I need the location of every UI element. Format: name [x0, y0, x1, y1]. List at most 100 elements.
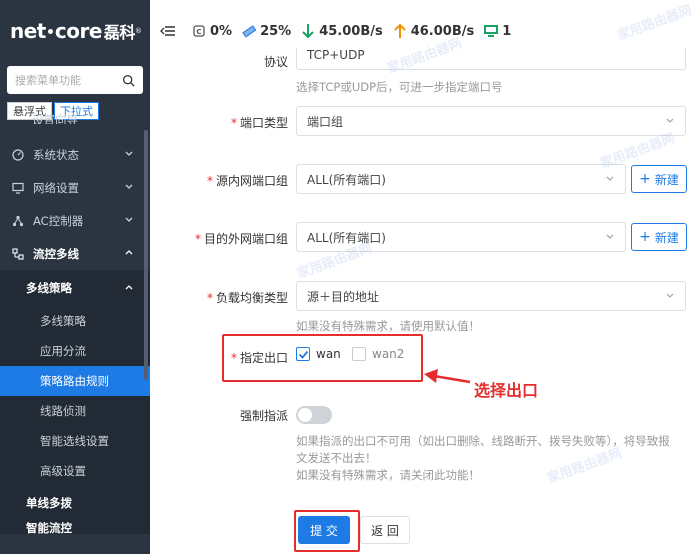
dst-port-label: * 目的外网端口组: [194, 232, 288, 246]
flow-icon: [12, 247, 28, 260]
force-hint-3: 如果没有特殊需求，请关闭此功能！: [296, 468, 480, 482]
lb-label-text: 负载均衡类型: [215, 291, 288, 305]
arrow-up-icon: [394, 23, 406, 38]
logo-reg: ®: [134, 27, 142, 35]
download-speed: 45.00B/s: [300, 23, 383, 39]
memory-value: 25%: [260, 23, 292, 39]
port-type-label-text: 端口类型: [239, 116, 288, 130]
menu-search-input[interactable]: 搜索菜单功能: [7, 66, 143, 94]
upload-value: 46.00B/s: [410, 23, 475, 39]
sidebar-item-network[interactable]: 网络设置: [0, 171, 150, 204]
new-button-label: 新建: [654, 172, 679, 187]
dst-port-value: ALL(所有端口): [307, 230, 386, 245]
sidebar-item-multiline-policy[interactable]: 多线策略: [0, 306, 150, 336]
memory-usage: 25%: [241, 23, 291, 39]
chevron-down-icon: [125, 217, 133, 222]
force-hint-2: 文发送不出去！: [296, 451, 377, 465]
policy-route-form: 协议 TCP+UDP 选择TCP或UDP后，可进一步指定端口号 * 端口类型 端口…: [150, 48, 700, 554]
sidebar-item-label: 高级设置: [40, 464, 86, 478]
sidebar-item-label: 系统状态: [33, 147, 79, 162]
sidebar-item-system-status[interactable]: 系统状态: [0, 138, 150, 171]
sidebar-item-multiline-policy-group[interactable]: 多线策略: [0, 270, 150, 306]
sidebar-item-smart-line[interactable]: 智能选线设置: [0, 426, 150, 456]
lb-value: 源＋目的地址: [307, 289, 380, 304]
src-port-value: ALL(所有端口): [307, 172, 386, 187]
monitor-icon: [12, 182, 28, 194]
sidebar: net core 磊科 ® 搜索菜单功能 悬浮式 下拉式 设置向导 系统状态 网络设置…: [0, 0, 150, 554]
lb-label: * 负载均衡类型: [206, 291, 288, 305]
lb-hint: 如果没有特殊需求，请使用默认值！: [296, 319, 480, 333]
chevron-down-icon: [125, 151, 133, 156]
src-port-select[interactable]: ALL(所有端口): [296, 164, 626, 194]
sidebar-item-label: 设置向导: [32, 113, 78, 124]
search-icon[interactable]: [122, 74, 135, 87]
download-value: 45.00B/s: [319, 23, 383, 39]
force-switch[interactable]: [296, 406, 332, 424]
sidebar-item-policy-route-rules[interactable]: 策略路由规则: [0, 366, 150, 396]
src-port-label: * 源内网端口组: [206, 174, 288, 188]
online-value: 1: [502, 23, 512, 39]
svg-text:C: C: [196, 28, 201, 36]
sidebar-item-label: 智能流控: [26, 521, 72, 534]
sidebar-item-app-split[interactable]: 应用分流: [0, 336, 150, 366]
sidebar-item-line-detect[interactable]: 线路侦测: [0, 396, 150, 426]
port-type-label: * 端口类型: [230, 116, 288, 130]
src-port-label-text: 源内网端口组: [215, 174, 288, 188]
sidebar-item-label: 单线多拨: [26, 496, 72, 510]
sidebar-item-label: AC控制器: [33, 213, 84, 228]
logo-cn: 磊科: [103, 23, 136, 42]
annotation-arrow-icon: [424, 369, 471, 384]
search-placeholder: 搜索菜单功能: [15, 74, 81, 87]
gauge-icon: [12, 148, 28, 161]
chevron-down-icon: [606, 176, 614, 181]
arrow-down-icon: [302, 24, 314, 39]
dst-port-select[interactable]: ALL(所有端口): [296, 222, 626, 252]
cpu-usage: C 0%: [191, 23, 232, 39]
sidebar-item-smart-flow-partial[interactable]: 智能流控: [0, 520, 150, 534]
sidebar-item-label: 线路侦测: [40, 404, 86, 418]
highlight-submit-box: [294, 510, 360, 552]
sidebar-item-label: 多线策略: [40, 314, 86, 328]
chevron-up-icon: [125, 250, 133, 255]
network-icon: [12, 215, 28, 227]
chevron-up-icon: [125, 285, 133, 290]
force-hint-1: 如果指派的出口不可用（如出口删除、线路断开、拨号失败等），将导致报: [296, 434, 670, 448]
submenu-level-2: 多线策略 应用分流 策略路由规则 线路侦测 智能选线设置 高级设置: [0, 306, 150, 486]
protocol-label: 协议: [263, 55, 288, 69]
new-button-label: 新建: [654, 230, 679, 245]
sidebar-item-label: 多线策略: [26, 281, 72, 295]
force-label: 强制指派: [239, 409, 288, 423]
monitor-icon: [484, 25, 499, 37]
chevron-down-icon: [606, 234, 614, 239]
sidebar-item-single-multi-dial[interactable]: 单线多拨: [0, 486, 150, 520]
new-dst-port-button[interactable]: + 新建: [631, 223, 687, 251]
sidebar-menu: 系统状态 网络设置 AC控制器 流控多线 多线策略 多线策略 应用分流 策略路由…: [0, 138, 150, 534]
switch-knob: [298, 408, 312, 422]
cpu-value: 0%: [210, 23, 233, 39]
logo-text: net: [10, 19, 46, 43]
sidebar-item-advanced[interactable]: 高级设置: [0, 456, 150, 486]
highlight-out-box: [222, 334, 423, 382]
port-type-select[interactable]: 端口组: [296, 106, 686, 136]
menu-toggle-icon[interactable]: [160, 23, 179, 39]
chevron-down-icon: [666, 118, 674, 123]
lb-select[interactable]: 源＋目的地址: [296, 281, 686, 311]
dst-port-label-text: 目的外网端口组: [203, 232, 288, 246]
back-button[interactable]: 返 回: [360, 516, 410, 544]
sidebar-item-flow-control[interactable]: 流控多线: [0, 237, 150, 270]
cpu-icon: C: [193, 25, 205, 37]
chevron-down-icon: [666, 293, 674, 298]
sidebar-item-label: 智能选线设置: [40, 434, 109, 448]
sidebar-item-label: 流控多线: [33, 246, 79, 261]
sidebar-item-ac-controller[interactable]: AC控制器: [0, 204, 150, 237]
memory-icon: [242, 25, 257, 38]
sidebar-scrollbar[interactable]: [144, 130, 148, 380]
upload-speed: 46.00B/s: [392, 23, 475, 39]
new-src-port-button[interactable]: + 新建: [631, 165, 687, 193]
port-type-value: 端口组: [307, 114, 344, 129]
chevron-down-icon: [125, 184, 133, 189]
annotation-callout: 选择出口: [474, 381, 539, 400]
sidebar-item-wizard-partial[interactable]: 设置向导: [0, 110, 150, 124]
protocol-select[interactable]: TCP+UDP: [296, 48, 686, 70]
online-devices: 1: [483, 23, 511, 39]
